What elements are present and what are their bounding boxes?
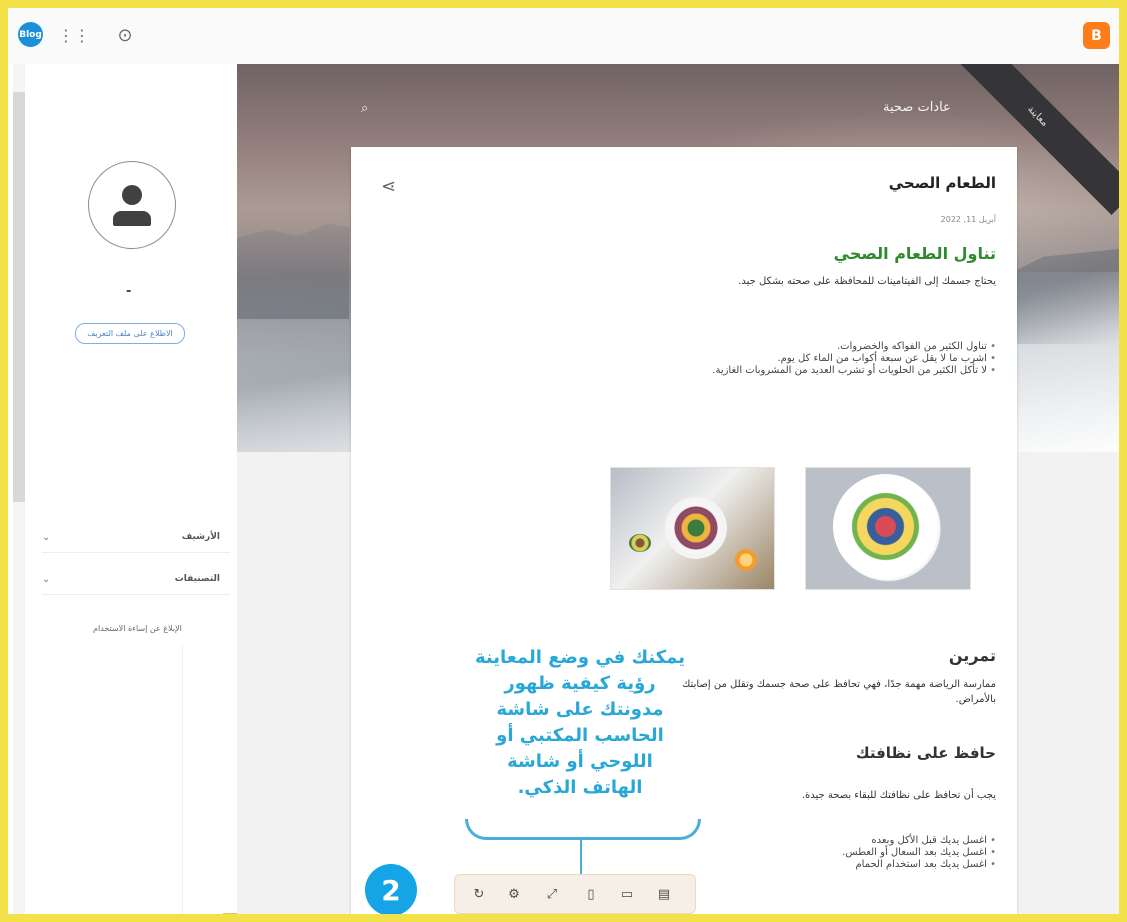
avocado-icon (629, 534, 651, 552)
device-toolbar: ↻ ⚙ ⤢ ▯ ▭ ▤ (454, 874, 696, 914)
hygiene-text: يجب أن تحافظ على نظافتك للبقاء بصحة جيدة… (801, 790, 996, 801)
mountain-shape (237, 223, 349, 319)
labels-dropdown[interactable]: ⌄ التصنيفات (42, 564, 230, 595)
post-intro: يحتاج جسمك إلى الفيتامينات للمحافظة على … (738, 276, 996, 287)
view-profile-button[interactable]: الاطلاع على ملف التعريف (75, 323, 185, 344)
list-item: اشرب ما لا يقل عن سبعة أكواب من الماء كل… (566, 353, 996, 364)
apps-grid-icon[interactable]: ⋮⋮ (58, 23, 90, 47)
step-badge: 2 (365, 864, 417, 914)
food-image-left (610, 467, 775, 590)
tablet-icon[interactable]: ▭ (617, 884, 637, 904)
phone-icon[interactable]: ▯ (581, 884, 601, 904)
post-heading: تناول الطعام الصحي (833, 244, 996, 263)
chevron-down-icon: ⌄ (42, 531, 51, 543)
user-head-icon (122, 185, 142, 205)
refresh-icon[interactable]: ↻ (469, 884, 489, 904)
smoothie-bowl-icon (669, 501, 723, 555)
settings-icon[interactable]: ⚙ (504, 884, 524, 904)
expand-icon[interactable]: ⤢ (542, 884, 562, 904)
desktop-icon[interactable]: ▤ (654, 884, 674, 904)
share-icon[interactable]: ⋖ (381, 176, 396, 197)
food-image-right (805, 467, 971, 590)
search-icon[interactable]: ⌕ (361, 101, 368, 116)
fruit-bowl-icon (833, 474, 938, 579)
orange-icon (735, 549, 757, 571)
archive-dropdown[interactable]: ⌄ الأرشيف (42, 522, 230, 553)
bullet-list-top: تناول الكثير من الفواكه والخضروات. اشرب … (566, 341, 996, 377)
list-item: تناول الكثير من الفواكه والخضروات. (566, 341, 996, 352)
sidebar-divider (182, 644, 183, 914)
user-body-icon (113, 211, 151, 226)
callout-pointer (580, 837, 582, 875)
hygiene-title: حافظ على نظافتك (855, 744, 996, 762)
list-item: لا تأكل الكثير من الحلويات أو تشرب العدي… (566, 365, 996, 376)
archive-label: الأرشيف (181, 532, 220, 542)
help-circle-icon[interactable]: ⊙ (113, 23, 137, 47)
blog-title[interactable]: عادات صحية (883, 100, 951, 115)
scrollbar-thumb[interactable] (13, 92, 25, 502)
exercise-title: تمرين (948, 646, 996, 665)
blogger-logo[interactable]: B (1083, 22, 1110, 49)
exercise-text: ممارسة الرياضة مهمة جدًا، فهي تحافظ على … (682, 679, 996, 705)
sidebar: - الاطلاع على ملف التعريف ⌄ الأرشيف ⌄ ال… (8, 64, 230, 914)
app-frame: Blog ⋮⋮ ⊙ B - الاطلاع على ملف التعريف ⌄ … (8, 8, 1119, 914)
post-date: أبريل 11, 2022 (940, 215, 996, 224)
chevron-down-icon: ⌄ (42, 573, 51, 585)
callout-brace (465, 819, 701, 840)
profile-avatar (88, 161, 176, 249)
post-title: الطعام الصحي (888, 174, 996, 192)
top-bar: Blog ⋮⋮ ⊙ B (8, 8, 1119, 64)
report-abuse-link[interactable]: الإبلاغ عن إساءة الاستخدام (93, 624, 182, 633)
profile-name: - (126, 284, 132, 299)
profile-avatar-icon[interactable]: Blog (18, 22, 43, 47)
labels-label: التصنيفات (174, 574, 220, 584)
